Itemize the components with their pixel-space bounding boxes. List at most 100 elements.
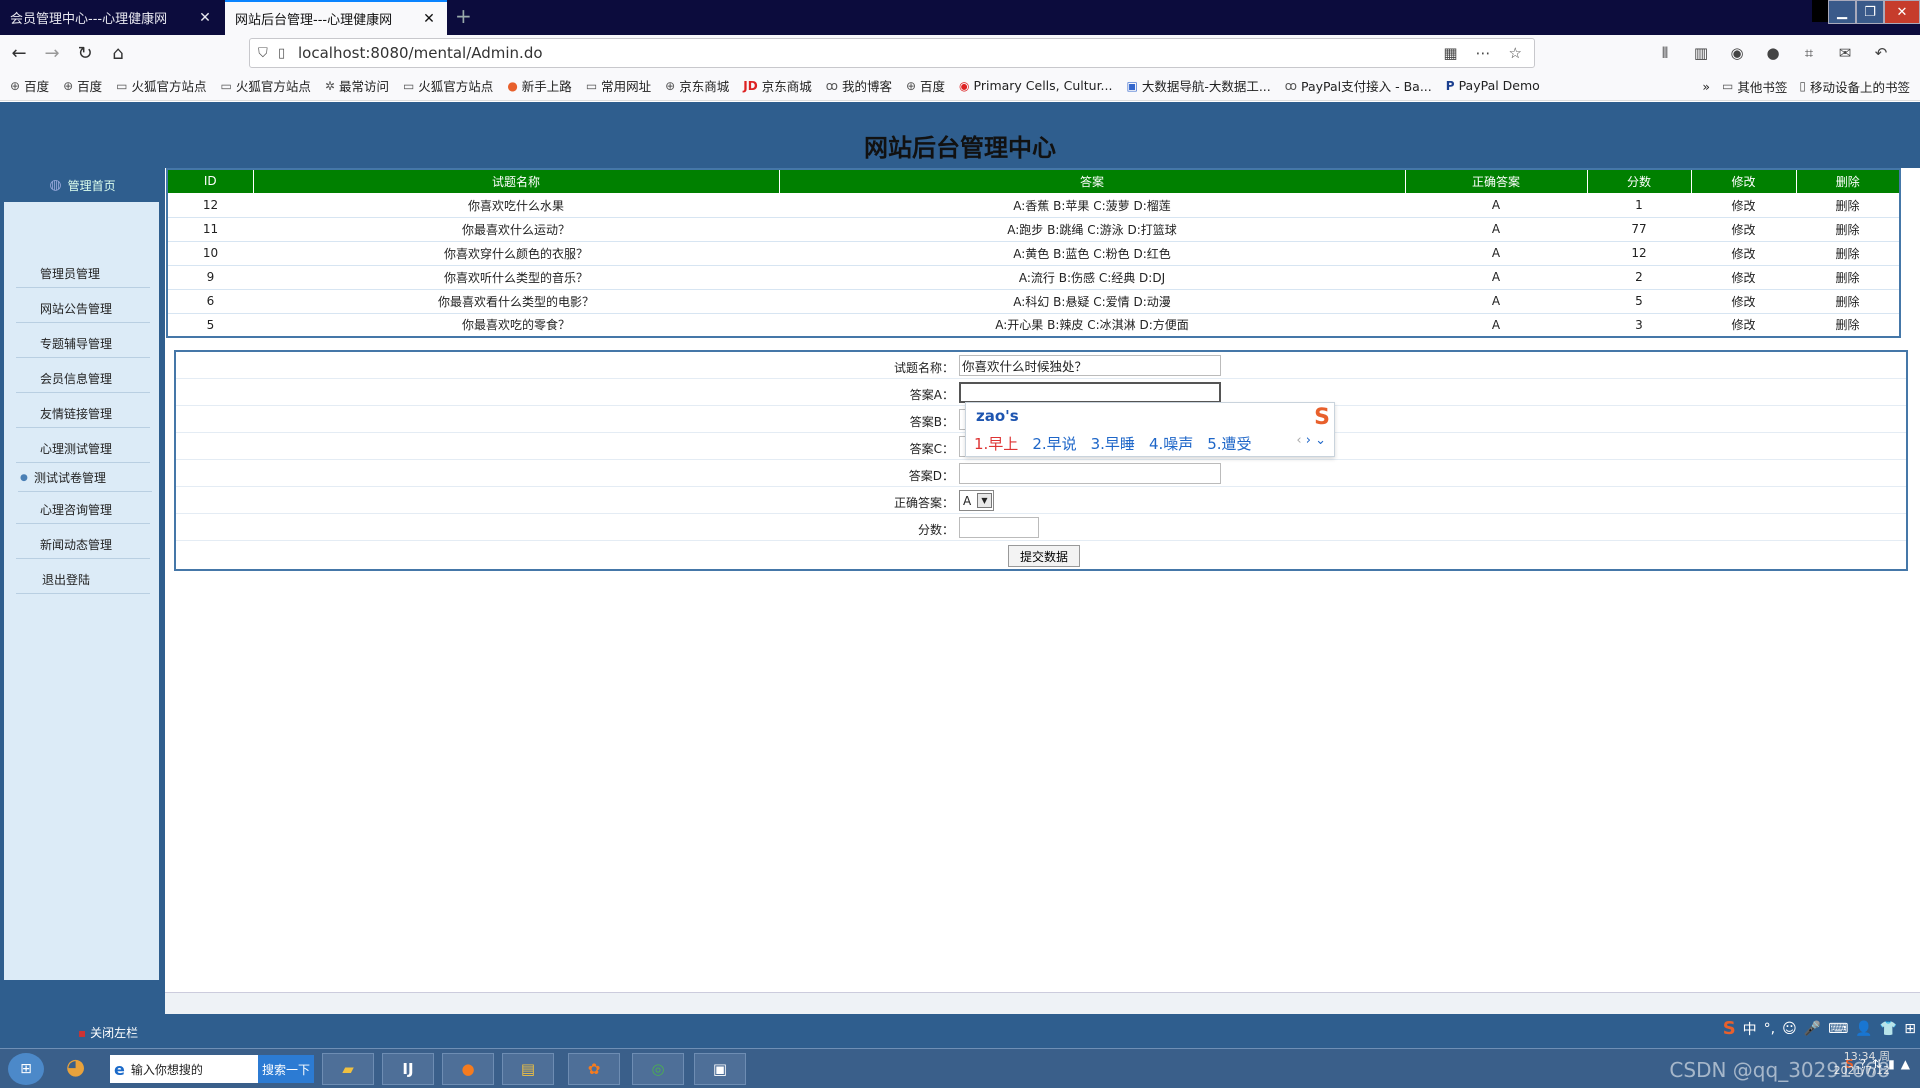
menu-icon[interactable]: ≡ — [1912, 38, 1920, 68]
bookmark-item[interactable]: ▭ 火狐官方站点 — [403, 76, 493, 95]
sidebar-item-test-paper[interactable]: ● 测试试卷管理 — [18, 464, 152, 492]
explorer-icon[interactable]: ▤ — [502, 1053, 554, 1085]
chrome-icon[interactable]: ◎ — [632, 1053, 684, 1085]
sidebar-item-notice[interactable]: 网站公告管理 — [16, 295, 150, 323]
sidebar-item-admin[interactable]: 管理员管理 — [16, 260, 150, 288]
bookmark-item[interactable]: ▭ 常用网址 — [586, 76, 651, 95]
ime-keyboard-icon[interactable]: ⌨ — [1828, 1021, 1848, 1037]
tab-member-center[interactable]: 会员管理中心---心理健康网 ✕ — [0, 0, 223, 35]
bookmark-item[interactable]: P PayPal Demo — [1446, 78, 1540, 93]
sidebar-home[interactable]: ◍ 管理首页 — [0, 168, 165, 202]
address-bar[interactable]: ⛉ ▯ localhost:8080/mental/Admin.do ▦ ⋯ ☆ — [249, 38, 1535, 68]
tab-admin-center[interactable]: 网站后台管理---心理健康网 ✕ — [225, 0, 447, 35]
tray-expand-icon[interactable]: ▲ — [1901, 1057, 1910, 1071]
delete-link[interactable]: 删除 — [1796, 193, 1900, 218]
bookmark-item[interactable]: ⊕ 百度 — [63, 76, 102, 95]
ie-search-button[interactable]: 搜索一下 — [258, 1055, 314, 1083]
delete-link[interactable]: 删除 — [1796, 217, 1900, 242]
chat-icon[interactable]: ✉ — [1830, 38, 1860, 68]
ime-punct-icon[interactable]: °, — [1764, 1021, 1775, 1037]
sidebar-item-psych-test[interactable]: 心理测试管理 — [16, 435, 150, 463]
bookmark-item[interactable]: ✲ 最常访问 — [325, 76, 389, 95]
tool-app-icon[interactable]: ▣ — [694, 1053, 746, 1085]
question-name-input[interactable] — [959, 355, 1221, 376]
sogou-logo-icon[interactable]: S — [1723, 1018, 1736, 1039]
edit-link[interactable]: 修改 — [1691, 289, 1796, 314]
bookmark-item[interactable]: ⊕ 百度 — [906, 76, 945, 95]
correct-answer-select[interactable]: A ▼ — [959, 490, 994, 511]
answer-d-input[interactable] — [959, 463, 1221, 484]
delete-link[interactable]: 删除 — [1796, 313, 1900, 338]
folder-app-icon[interactable]: ▰ — [322, 1053, 374, 1085]
shield-icon[interactable]: ⛉ — [258, 46, 278, 61]
globe-icon[interactable]: ● — [1758, 38, 1788, 68]
bookmark-item[interactable]: ꝏ PayPal支付接入 - Ba... — [1285, 76, 1432, 95]
bookmark-item[interactable]: ⊕ 京东商城 — [665, 76, 729, 95]
submit-button[interactable]: 提交数据 — [1008, 545, 1080, 567]
edit-link[interactable]: 修改 — [1691, 217, 1796, 242]
bookmark-item[interactable]: ◉ Primary Cells, Cultur... — [959, 78, 1112, 93]
delete-link[interactable]: 删除 — [1796, 289, 1900, 314]
forward-icon[interactable]: → — [35, 38, 69, 68]
bookmark-item[interactable]: ⊕ 百度 — [10, 76, 49, 95]
qr-code-icon[interactable]: ▦ — [1443, 44, 1457, 62]
reload-icon[interactable]: ↻ — [68, 38, 102, 68]
bookmarks-overflow-icon[interactable]: » — [1702, 79, 1710, 94]
edit-link[interactable]: 修改 — [1691, 193, 1796, 218]
tab-close-icon[interactable]: ✕ — [197, 10, 213, 26]
ime-candidate[interactable]: 3.早睡 — [1091, 433, 1135, 454]
sidebar-item-logout[interactable]: 退出登陆 — [16, 566, 150, 594]
back-icon[interactable]: ← — [2, 38, 36, 68]
library-icon[interactable]: ⫴ — [1650, 38, 1680, 68]
ime-candidate[interactable]: 4.噪声 — [1149, 433, 1193, 454]
sidebar-item-news[interactable]: 新闻动态管理 — [16, 531, 150, 559]
bookmark-item[interactable]: ● 新手上路 — [507, 76, 572, 95]
delete-link[interactable]: 删除 — [1796, 265, 1900, 290]
ime-mode[interactable]: 中 — [1743, 1019, 1757, 1039]
more-actions-icon[interactable]: ⋯ — [1476, 44, 1491, 62]
sidebar-item-links[interactable]: 友情链接管理 — [16, 400, 150, 428]
sidebar-icon[interactable]: ▥ — [1686, 38, 1716, 68]
ime-skin-icon[interactable]: 👕 — [1880, 1021, 1897, 1037]
bookmark-item[interactable]: ꝏ 我的博客 — [826, 76, 892, 95]
score-input[interactable] — [959, 517, 1039, 538]
ime-menu-icon[interactable]: ⊞ — [1904, 1021, 1916, 1037]
firefox-icon[interactable]: ● — [442, 1053, 494, 1085]
intellij-icon[interactable]: IJ — [382, 1053, 434, 1085]
ie-search-box[interactable]: e 输入你想搜的 — [110, 1055, 258, 1083]
new-tab-button[interactable]: + — [455, 4, 472, 28]
tomcat-icon[interactable]: ✿ — [568, 1053, 620, 1085]
ime-candidate[interactable]: 1.早上 — [974, 433, 1018, 454]
edit-link[interactable]: 修改 — [1691, 265, 1796, 290]
tab-close-icon[interactable]: ✕ — [421, 11, 437, 27]
sidebar-item-member[interactable]: 会员信息管理 — [16, 365, 150, 393]
start-button[interactable]: ⊞ — [8, 1053, 44, 1085]
app-icon[interactable]: ◕ — [66, 1055, 85, 1080]
ime-page-nav-icon[interactable]: ‹ › ⌄ — [1296, 433, 1326, 448]
account-icon[interactable]: ◉ — [1722, 38, 1752, 68]
bookmark-item[interactable]: ▭ 火狐官方站点 — [221, 76, 311, 95]
home-icon[interactable]: ⌂ — [101, 38, 135, 68]
ime-candidate[interactable]: 2.早说 — [1032, 433, 1076, 454]
edit-link[interactable]: 修改 — [1691, 241, 1796, 266]
restore-icon[interactable]: ❐ — [1856, 0, 1884, 24]
screenshot-icon[interactable]: ⌗ — [1794, 38, 1824, 68]
close-sidebar-link[interactable]: ▪ 关闭左栏 — [78, 1024, 138, 1041]
bookmark-item[interactable]: ▣ 大数据导航-大数据工... — [1126, 76, 1270, 95]
page-info-icon[interactable]: ▯ — [278, 46, 298, 61]
sidebar-item-topic[interactable]: 专题辅导管理 — [16, 330, 150, 358]
bookmark-folder-mobile[interactable]: ▯ 移动设备上的书签 — [1799, 77, 1910, 96]
bookmark-item[interactable]: ▭ 火狐官方站点 — [116, 76, 206, 95]
url-text[interactable]: localhost:8080/mental/Admin.do — [298, 44, 1443, 62]
edit-link[interactable]: 修改 — [1691, 313, 1796, 338]
ime-candidate[interactable]: 5.遭受 — [1207, 433, 1251, 454]
bookmark-star-icon[interactable]: ☆ — [1509, 44, 1522, 62]
answer-a-input[interactable] — [959, 382, 1221, 403]
bookmark-item[interactable]: JD 京东商城 — [743, 76, 811, 95]
undo-icon[interactable]: ↶ — [1866, 38, 1896, 68]
ime-voice-icon[interactable]: 🎤 — [1804, 1021, 1821, 1037]
ime-user-icon[interactable]: 👤 — [1855, 1021, 1872, 1037]
ime-emoji-icon[interactable]: ☺ — [1782, 1021, 1797, 1037]
minimize-icon[interactable]: ▁ — [1828, 0, 1856, 24]
bookmark-folder-other[interactable]: ▭ 其他书签 — [1722, 77, 1787, 96]
